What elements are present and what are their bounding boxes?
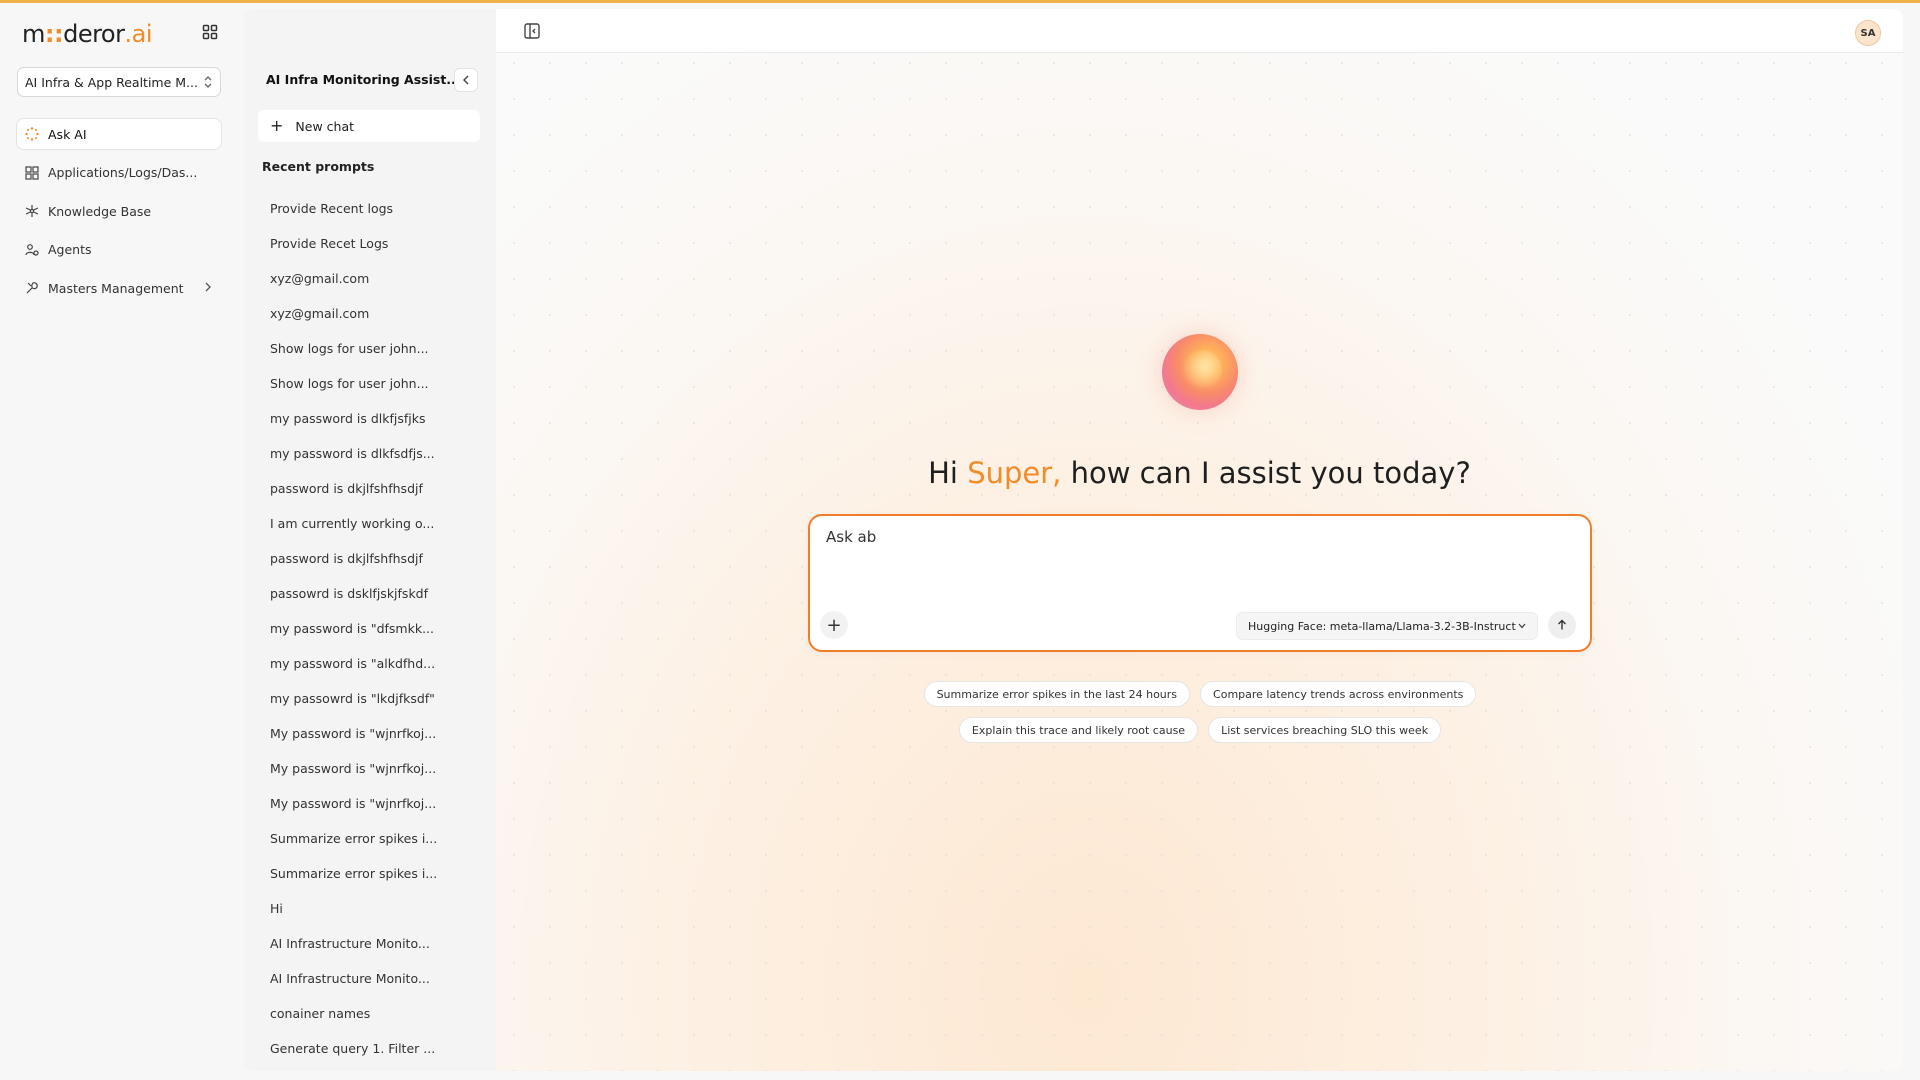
prompt-input[interactable] [826,528,1566,588]
new-chat-label: New chat [295,118,354,134]
nav-item-applications[interactable]: Applications/Logs/Das... [17,158,221,188]
brand-text-accent: .ai [124,20,152,48]
wrench-icon [24,280,40,296]
plus-icon: + [826,614,842,636]
suggestion-chip[interactable]: List services breaching SLO this week [1208,717,1442,743]
nav-item-label: Applications/Logs/Das... [48,165,198,180]
main-header: SA [496,9,1903,53]
recent-prompt-item[interactable]: conainer names [270,996,480,1031]
greeting-suffix: how can I assist you today? [1061,456,1471,490]
recent-prompt-item[interactable]: xyz@gmail.com [270,261,480,296]
brand-text-middle: deror [63,20,125,48]
new-chat-button[interactable]: + New chat [258,110,480,142]
top-accent-line [0,0,1920,3]
assistant-title: AI Infra Monitoring Assist... [266,72,461,87]
recent-prompt-item[interactable]: AI Infrastructure Monito... [270,961,480,996]
recent-prompt-item[interactable]: Provide Recent logs [270,191,480,226]
model-selector[interactable]: Hugging Face: meta-llama/Llama-3.2-3B-In… [1236,612,1538,640]
arrow-up-icon [1558,619,1566,630]
recent-prompts-heading: Recent prompts [262,159,375,174]
chevron-updown-icon [204,76,212,88]
recent-prompts-list: Provide Recent logs Provide Recet Logs xyz… [270,191,480,1066]
project-selector-value: AI Infra & App Realtime M... [25,74,198,90]
send-button[interactable] [1548,611,1576,639]
sparkle-icon [24,126,40,142]
agents-icon [24,242,40,258]
nav-item-label: Ask AI [48,126,87,142]
recent-prompt-item[interactable]: my password is "alkdfhd... [270,646,480,681]
brand-text: m [22,20,45,48]
nav-item-masters-management[interactable]: Masters Management [17,273,221,303]
suggestion-chip[interactable]: Explain this trace and likely root cause [958,717,1199,743]
nav-item-agents[interactable]: Agents [17,235,221,265]
recent-prompt-item[interactable]: Show logs for user john... [270,366,480,401]
user-avatar[interactable]: SA [1855,20,1881,46]
main-content: SA Hi Super, how can I assist you today?… [496,9,1903,1071]
network-icon [24,203,40,219]
recent-prompt-item[interactable]: AI Infrastructure Monito... [270,926,480,961]
recent-prompt-item[interactable]: my password is "dfsmkk... [270,611,480,646]
recent-prompt-item[interactable]: My password is "wjnrfkoj... [270,716,480,751]
nav-item-label: Masters Management [48,280,184,296]
recent-prompt-item[interactable]: passowrd is dsklfjskjfskdf [270,576,480,611]
recent-prompt-item[interactable]: my password is dlkfjsfjks [270,401,480,436]
recent-prompt-item[interactable]: Generate query 1. Filter ... [270,1031,480,1066]
collapse-panel-button[interactable] [454,68,478,92]
chevron-right-icon [205,282,211,292]
recent-prompt-item[interactable]: I am currently working o... [270,506,480,541]
recent-prompt-item[interactable]: My password is "wjnrfkoj... [270,786,480,821]
recent-prompt-item[interactable]: xyz@gmail.com [270,296,480,331]
apps-grid-icon [202,24,218,40]
chevron-down-icon [1518,623,1526,629]
chevron-left-icon [463,75,469,85]
recent-prompt-item[interactable]: password is dkjlfshfhsdjf [270,541,480,576]
greeting-user-name: Super, [967,456,1062,490]
brand-dots: :: [44,20,64,48]
apps-grid-button[interactable] [198,20,222,44]
dashboard-grid-icon [24,165,40,181]
nav-list: Ask AI Applications/Logs/Das... Knowledg… [17,119,221,312]
nav-item-knowledge-base[interactable]: Knowledge Base [17,196,221,226]
recent-prompt-item[interactable]: Hi [270,891,480,926]
assistant-orb-highlight [1182,350,1222,390]
recent-prompt-item[interactable]: my password is dlkfsdfjs... [270,436,480,471]
recent-prompt-item[interactable]: Provide Recet Logs [270,226,480,261]
nav-item-label: Agents [48,242,92,257]
plus-icon: + [270,116,284,135]
greeting-heading: Hi Super, how can I assist you today? [496,456,1903,490]
recent-prompt-item[interactable]: Show logs for user john... [270,331,480,366]
suggestion-chip[interactable]: Compare latency trends across environmen… [1200,681,1477,707]
attach-button[interactable]: + [820,611,848,639]
nav-item-label: Knowledge Base [48,203,152,219]
recent-prompt-item[interactable]: My password is "wjnrfkoj... [270,751,480,786]
chat-history-panel: AI Infra Monitoring Assist... + New chat… [244,9,496,1071]
prompt-composer: + Hugging Face: meta-llama/Llama-3.2-3B-… [808,514,1592,652]
left-navigation: m:: deror .ai AI Infra & App Realtime M...… [0,3,242,1080]
sidebar-toggle-icon[interactable] [522,21,542,41]
project-selector[interactable]: AI Infra & App Realtime M... [17,67,221,97]
suggestion-chips: Summarize error spikes in the last 24 ho… [808,681,1592,743]
recent-prompt-item[interactable]: Summarize error spikes i... [270,821,480,856]
recent-prompt-item[interactable]: Summarize error spikes i... [270,856,480,891]
nav-item-ask-ai[interactable]: Ask AI [17,119,221,149]
recent-prompt-item[interactable]: my passowrd is "lkdjfksdf" [270,681,480,716]
recent-prompt-item[interactable]: password is dkjlfshfhsdjf [270,471,480,506]
greeting-prefix: Hi [928,456,968,490]
suggestion-chip[interactable]: Summarize error spikes in the last 24 ho… [923,681,1191,707]
model-selector-value: Hugging Face: meta-llama/Llama-3.2-3B-In… [1248,619,1516,633]
assistant-orb [1162,334,1238,410]
brand-logo: m:: deror .ai [22,19,152,49]
